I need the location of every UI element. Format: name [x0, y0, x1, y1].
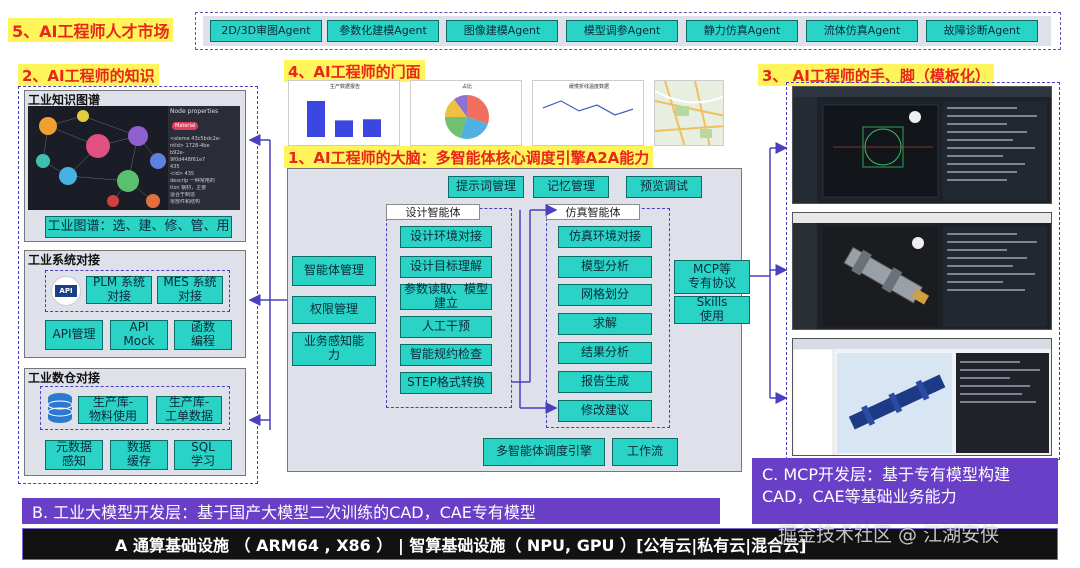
facade-line-chart-title: 缓慢折线温度数据 — [568, 84, 609, 90]
node-panel-row: <eleme 43c5bdc2e- — [170, 136, 221, 142]
skills-button[interactable]: Skills 使用 — [674, 295, 750, 324]
talent-market-title: 5、AI工程师人才市场 — [8, 18, 174, 42]
brain-title: 1、AI工程师的大脑：多智能体核心调度引擎A2A能力 — [284, 146, 654, 168]
memory-manage-button[interactable]: 记忆管理 — [533, 176, 609, 198]
node-panel-row: descrip 一种常用的 — [170, 178, 215, 184]
warehouse-label: 工业数仓对接 — [28, 371, 101, 385]
cad-screenshot-2[interactable] — [792, 212, 1052, 330]
b-layer-banner: B. 工业大模型开发层：基于国产大模型二次训练的CAD，CAE专有模型 — [22, 498, 720, 524]
facade-line-svg — [542, 100, 634, 116]
api-manage-button[interactable]: API管理 — [45, 320, 103, 350]
node-panel-row: 435 — [170, 164, 180, 170]
agent-chip[interactable]: 静力仿真Agent — [686, 20, 798, 42]
sim-step[interactable]: 求解 — [558, 313, 652, 335]
facade-pie-svg — [445, 95, 489, 139]
facade-line-chart[interactable]: 缓慢折线温度数据 — [532, 80, 644, 146]
facade-bar — [363, 119, 381, 137]
design-step[interactable]: 智能规约检查 — [400, 344, 492, 366]
sim-step[interactable]: 模型分析 — [558, 256, 652, 278]
facade-bar — [307, 101, 325, 137]
business-awareness-button[interactable]: 业务感知能 力 — [292, 332, 376, 366]
plm-connect[interactable]: PLM 系统 对接 — [86, 275, 152, 304]
agent-chip[interactable]: 参数化建模Agent — [327, 20, 439, 42]
node-panel-row: 零部件和结构 — [170, 199, 201, 205]
preview-debug-button[interactable]: 预览调试 — [626, 176, 702, 198]
agent-chip[interactable]: 2D/3D审图Agent — [210, 20, 322, 42]
facade-bar-svg — [307, 101, 381, 137]
sql-learning-button[interactable]: SQL 学习 — [174, 440, 232, 470]
database-icon — [47, 393, 73, 423]
cae-screenshot[interactable] — [792, 338, 1052, 456]
knowledge-title: 2、AI工程师的知识 — [18, 64, 159, 86]
workflow-button[interactable]: 工作流 — [612, 438, 678, 466]
facade-map[interactable] — [654, 80, 724, 146]
node-panel-row: b92e- — [170, 150, 185, 156]
sim-step[interactable]: 仿真环境对接 — [558, 226, 652, 248]
sim-step[interactable]: 报告生成 — [558, 371, 652, 393]
agent-manage-button[interactable]: 智能体管理 — [292, 256, 376, 286]
agent-chip[interactable]: 图像建模Agent — [446, 20, 558, 42]
facade-bar — [335, 120, 353, 137]
node-panel-title: Node properties — [170, 108, 219, 115]
facade-pie-chart-title: 占比 — [461, 84, 472, 90]
sim-agent-label: 仿真智能体 — [546, 204, 640, 220]
prod-workorder-data[interactable]: 生产库- 工单数据 — [156, 395, 222, 424]
graph-caption: 工业图谱：选、建、修、管、用 — [45, 216, 232, 238]
agent-chip[interactable]: 流体仿真Agent — [806, 20, 918, 42]
map-icon — [655, 81, 723, 145]
permission-manage-button[interactable]: 权限管理 — [292, 296, 376, 324]
agent-chip[interactable]: 模型调参Agent — [566, 20, 678, 42]
cad-drawing-icon — [793, 87, 1051, 203]
design-agent-label: 设计智能体 — [386, 204, 480, 220]
node-panel-row: <id> 435 — [170, 171, 195, 177]
function-programming-button[interactable]: 函数 编程 — [174, 320, 232, 350]
node-panel-row: tion 钢材，主要 — [170, 185, 207, 191]
cad-screenshot-1[interactable] — [792, 86, 1052, 204]
design-step[interactable]: STEP格式转换 — [400, 372, 492, 394]
api-logo-icon: API — [51, 276, 81, 306]
knowledge-graph-image[interactable]: Node properties Material <eleme 43c5bdc2… — [28, 106, 240, 210]
facade-title: 4、AI工程师的门面 — [284, 60, 425, 82]
design-step[interactable]: 设计环境对接 — [400, 226, 492, 248]
watermark: 掘金技术社区 @ 江湖安侠 — [778, 524, 1000, 546]
node-panel-badge: Material — [172, 122, 199, 130]
mes-connect[interactable]: MES 系统 对接 — [157, 275, 223, 304]
sim-step[interactable]: 结果分析 — [558, 342, 652, 364]
systems-label: 工业系统对接 — [28, 253, 101, 267]
data-cache-button[interactable]: 数据 缓存 — [110, 440, 168, 470]
multi-agent-engine-button[interactable]: 多智能体调度引擎 — [483, 438, 605, 466]
sim-step[interactable]: 修改建议 — [558, 400, 652, 422]
node-panel-row: 适合于制造 — [170, 192, 196, 198]
node-panel-row: 9f0d448f61e7 — [170, 157, 206, 163]
facade-pie-chart[interactable]: 占比 — [410, 80, 522, 146]
facade-bar-chart[interactable]: 生产数据报告 — [288, 80, 400, 146]
3d-model-icon — [793, 213, 1051, 329]
facade-bar-chart-title: 生产数据报告 — [329, 84, 360, 90]
node-panel-rows: <eleme 43c5bdc2e-ntId> 1728-4be b92e- 9f0d… — [170, 136, 240, 206]
design-step[interactable]: 人工干预 — [400, 316, 492, 338]
agent-chip[interactable]: 故障诊断Agent — [926, 20, 1038, 42]
api-mock-button[interactable]: API Mock — [110, 320, 168, 350]
prod-material-usage[interactable]: 生产库- 物料使用 — [78, 395, 148, 424]
mcp-protocol-button[interactable]: MCP等 专有协议 — [674, 260, 750, 294]
facade-line-series — [542, 100, 634, 116]
design-step[interactable]: 设计目标理解 — [400, 256, 492, 278]
api-logo-text: API — [55, 285, 77, 297]
sim-step[interactable]: 网格划分 — [558, 284, 652, 306]
prompt-manage-button[interactable]: 提示词管理 — [448, 176, 524, 198]
design-step[interactable]: 参数读取、模型 建立 — [400, 282, 492, 310]
metadata-awareness-button[interactable]: 元数据 感知 — [45, 440, 103, 470]
node-panel-row: ntId> 1728-4be — [170, 143, 210, 149]
simulation-mesh-icon — [793, 339, 1051, 455]
c-layer-banner: C. MCP开发层：基于专有模型构建CAD，CAE等基础业务能力 — [752, 458, 1058, 524]
